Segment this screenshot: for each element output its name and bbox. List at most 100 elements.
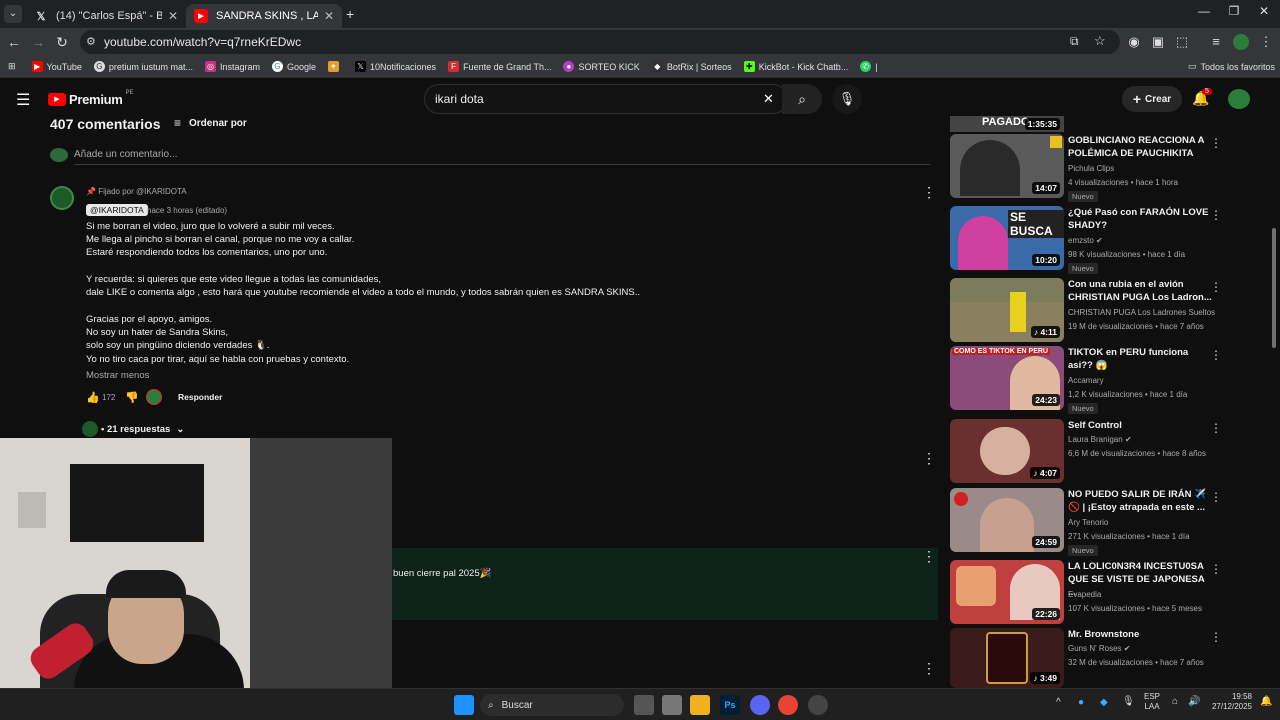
related-video[interactable]: ♪ 3:49 Mr. Brownstone Guns N' Roses ✔ 32… [950, 628, 1270, 688]
reload-icon[interactable]: ↻ [52, 32, 72, 52]
page-scrollbar[interactable] [1272, 228, 1276, 348]
video-channel[interactable]: emzsto ✔ [1068, 236, 1103, 245]
clear-search-icon[interactable]: ✕ [763, 91, 774, 107]
video-more-icon[interactable]: ⋮ [1210, 421, 1222, 435]
close-window-button[interactable]: ✕ [1248, 4, 1280, 24]
video-more-icon[interactable]: ⋮ [1210, 136, 1222, 150]
extensions-puzzle-icon[interactable]: ⬚ [1172, 32, 1192, 52]
video-title[interactable]: GOBLINCIANO REACCIONA A POLÉMICA DE PAUC… [1068, 134, 1213, 160]
video-thumbnail[interactable]: SE BUSCA 10:20 [950, 206, 1064, 270]
address-bar[interactable]: ⚙ youtube.com/watch?v=q7rneKrEDwc ⧉ ☆ [80, 30, 1120, 54]
video-more-icon[interactable]: ⋮ [1210, 630, 1222, 644]
clock[interactable]: 19:58 27/12/2025 [1206, 692, 1252, 712]
video-channel[interactable]: Guns N' Roses ✔ [1068, 644, 1130, 653]
show-less-button[interactable]: Mostrar menos [86, 370, 149, 381]
video-title[interactable]: Con una rubia en el avión CHRISTIAN PUGA… [1068, 278, 1213, 304]
photoshop-icon[interactable]: Ps [720, 695, 740, 715]
sort-by-button[interactable]: ≡ Ordenar por [174, 116, 247, 130]
search-button[interactable]: ⌕ [782, 84, 822, 114]
notification-center-icon[interactable]: 🔔 [1260, 696, 1272, 707]
video-channel[interactable]: CHRISTIAN PUGA Los Ladrones Sueltos [1068, 308, 1215, 317]
related-video[interactable]: ♪ 4:11 Con una rubia en el avión CHRISTI… [950, 278, 1270, 342]
video-channel[interactable]: Ary Tenorio [1068, 518, 1108, 527]
language-indicator[interactable]: ESP LAA [1144, 692, 1160, 712]
video-thumbnail[interactable]: 24:59 [950, 488, 1064, 552]
video-title[interactable]: TIKTOK en PERU funciona asi?? 😱 [1068, 346, 1213, 372]
profile-avatar[interactable] [1233, 34, 1249, 50]
volume-icon[interactable]: 🔊 [1188, 696, 1200, 707]
dislike-icon[interactable]: 👎 [125, 391, 139, 404]
comment-more-icon[interactable]: ⋮ [922, 548, 936, 565]
video-more-icon[interactable]: ⋮ [1210, 280, 1222, 294]
bookmark-sorteo-kick[interactable]: ● SORTEO KICK [563, 61, 640, 72]
video-title[interactable]: NO PUEDO SALIR DE IRÁN ✈️ 🚫 | ¡Estoy atr… [1068, 488, 1213, 514]
video-title[interactable]: Mr. Brownstone [1068, 628, 1213, 641]
video-channel[interactable]: Evapedia [1068, 590, 1101, 599]
tray-app-icon[interactable]: ◆ [1100, 697, 1108, 708]
bookmark-x-notifications[interactable]: 𝕏 10Notificaciones [355, 61, 436, 72]
related-video[interactable]: ♪ 4:07 Self Control Laura Branigan ✔ 6,6… [950, 419, 1270, 483]
video-thumbnail[interactable]: 22:26 [950, 560, 1064, 624]
related-video[interactable]: SE BUSCA 10:20 ¿Qué Pasó con FARAÓN LOVE… [950, 206, 1270, 274]
extension-icon[interactable]: ▣ [1148, 32, 1168, 52]
comment-timestamp[interactable]: hace 3 horas (editado) [147, 206, 227, 215]
add-comment-input[interactable]: Añade un comentario... [74, 149, 177, 160]
video-more-icon[interactable]: ⋮ [1210, 490, 1222, 504]
related-video[interactable]: 14:07 GOBLINCIANO REACCIONA A POLÉMICA D… [950, 134, 1270, 202]
account-avatar[interactable] [1228, 89, 1250, 109]
comment-more-icon[interactable]: ⋮ [922, 660, 936, 677]
comment-author-chip[interactable]: @IKARIDOTA [86, 204, 148, 216]
bookmark-google[interactable]: G Google [271, 61, 316, 72]
bookmark-pretium[interactable]: Gpretium iustum mat... [93, 61, 193, 72]
taskbar-app-icon[interactable] [662, 695, 682, 715]
reply-button[interactable]: Responder [178, 392, 222, 402]
taskbar-app-icon[interactable] [808, 695, 828, 715]
video-title[interactable]: ¿Qué Pasó con FARAÓN LOVE SHADY? [1068, 206, 1213, 232]
related-video[interactable]: 24:59 NO PUEDO SALIR DE IRÁN ✈️ 🚫 | ¡Est… [950, 488, 1270, 556]
show-hidden-icons-chevron[interactable]: ^ [1056, 697, 1061, 708]
video-thumbnail[interactable]: 14:07 [950, 134, 1064, 198]
video-thumbnail[interactable]: COMO ES TIKTOK EN PERU 24:23 [950, 346, 1064, 410]
bookmark-youtube[interactable]: ▶ YouTube [31, 61, 82, 72]
menu-hamburger-icon[interactable]: ☰ [16, 90, 30, 110]
install-app-icon[interactable]: ⧉ [1070, 34, 1079, 49]
microphone-icon[interactable]: 🎙 [1122, 696, 1135, 707]
like-icon[interactable]: 👍 [86, 391, 100, 404]
tab-search-chevron-icon[interactable]: ⌄ [4, 5, 22, 23]
extension-icon[interactable]: ◉ [1124, 32, 1144, 52]
bookmark-gta-fonts[interactable]: F Fuente de Grand Th... [448, 61, 551, 72]
video-channel[interactable]: Laura Branigan ✔ [1068, 435, 1132, 444]
minimize-button[interactable]: — [1188, 4, 1220, 24]
video-thumbnail[interactable]: ♪ 3:49 [950, 628, 1064, 688]
back-arrow-icon[interactable]: ← [4, 32, 24, 52]
bookmark-instagram[interactable]: ◎ Instagram [204, 61, 260, 72]
related-video[interactable]: COMO ES TIKTOK EN PERU 24:23 TIKTOK en P… [950, 346, 1270, 414]
video-channel[interactable]: Accamary [1068, 376, 1104, 385]
video-more-icon[interactable]: ⋮ [1210, 562, 1222, 576]
windows-start-icon[interactable] [454, 695, 474, 715]
create-button[interactable]: + Crear [1122, 86, 1182, 112]
chrome-icon[interactable] [778, 695, 798, 715]
taskbar-search[interactable]: ⌕ Buscar [480, 694, 624, 716]
tab-youtube-video[interactable]: ▶ SANDRA SKINS , LA STREAMER ✕ [186, 4, 342, 28]
comment-more-icon[interactable]: ⋮ [922, 184, 936, 201]
site-info-icon[interactable]: ⚙ [86, 35, 96, 48]
apps-grid-icon[interactable]: ⊞ [8, 61, 16, 72]
video-more-icon[interactable]: ⋮ [1210, 348, 1222, 362]
youtube-premium-logo[interactable]: ▶ Premium PE [48, 90, 134, 107]
file-explorer-icon[interactable] [690, 695, 710, 715]
tray-app-icon[interactable]: ● [1078, 697, 1084, 708]
video-thumbnail[interactable]: ♪ 4:11 [950, 278, 1064, 342]
video-channel[interactable]: Pichula Clips [1068, 164, 1114, 173]
related-video[interactable]: 22:26 LA LOLIC0N3R4 INCESTU0SA QUE SE VI… [950, 560, 1270, 624]
search-input[interactable]: ikari dota ✕ [424, 84, 788, 114]
bookmark-whatsapp[interactable]: ✆ | [860, 61, 878, 72]
forward-arrow-icon[interactable]: → [28, 32, 48, 52]
video-thumbnail[interactable]: ♪ 4:07 [950, 419, 1064, 483]
task-view-icon[interactable] [634, 695, 654, 715]
restore-button[interactable]: ❐ [1218, 4, 1250, 24]
discord-icon[interactable] [750, 695, 770, 715]
commenter-avatar[interactable] [50, 186, 74, 210]
bookmark-extension[interactable]: ✦ [328, 61, 343, 72]
bookmark-kickbot[interactable]: ✚ KickBot - Kick Chatb... [743, 61, 848, 72]
